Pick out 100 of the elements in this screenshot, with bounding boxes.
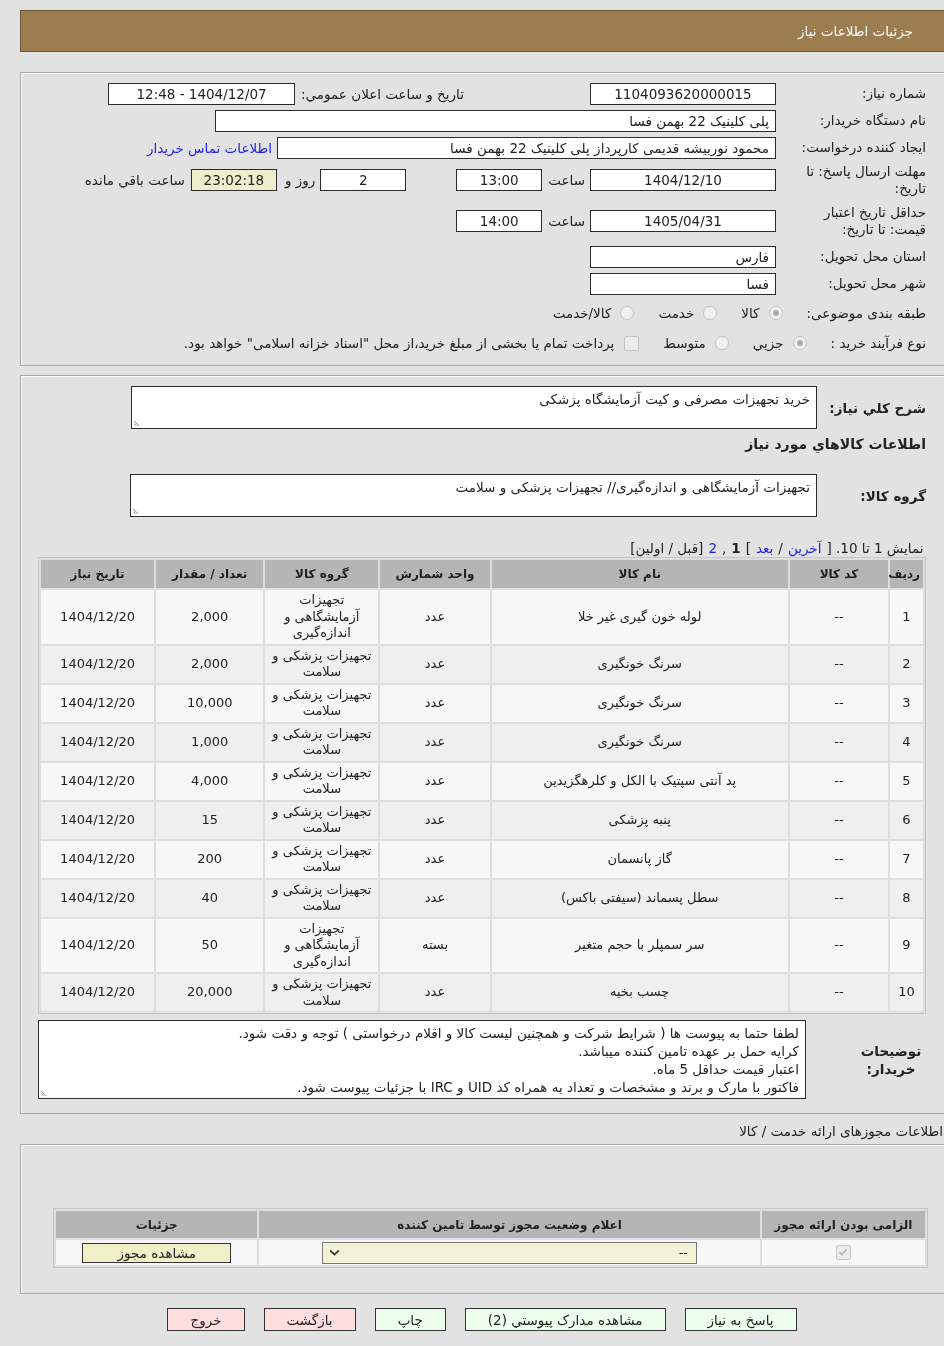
buyer-contact-link[interactable]: اطلاعات تماس خریدار <box>146 139 272 156</box>
field-label: شماره نیاز: <box>860 85 926 102</box>
table-header-cell: الزامی بودن ارائه مجوز <box>761 1211 925 1238</box>
table-cell: 4,000 <box>156 762 264 800</box>
field-label: توضیحات خریدار: <box>859 1041 923 1078</box>
field-label: مهلت ارسال پاسخ: تا تاریخ: <box>805 163 926 197</box>
table-cell: 1404/12/20 <box>41 684 155 722</box>
table-cell: -- <box>789 723 888 761</box>
table-cell: تجهیزات پزشکی و سلامت <box>265 684 379 722</box>
table-cell: عدد <box>380 801 490 839</box>
section-title: اطلاعات مجوزهای ارائه خدمت / کالا <box>738 1123 943 1140</box>
goods-group-textarea[interactable]: تجهیزات آزمایشگاهی و اندازه‌گیری// تجهیزات پزشکی و سلامت <box>130 474 817 517</box>
radio-label: کالا <box>741 305 760 321</box>
view-license-button[interactable]: مشاهده مجوز <box>82 1242 232 1263</box>
table-cell: 5 <box>889 762 923 800</box>
resize-grip-icon <box>134 419 141 426</box>
days-field[interactable]: 2 <box>320 169 407 191</box>
table-header-cell: واحد شمارش <box>380 560 490 588</box>
table-cell: سرنگ خونگیری <box>491 684 788 722</box>
city-field[interactable]: فسا <box>590 272 776 295</box>
table-cell: 200 <box>156 840 264 878</box>
table-cell: تجهیزات پزشکی و سلامت <box>265 723 379 761</box>
pagination-link[interactable]: 2 <box>708 540 717 556</box>
table-cell: 8 <box>889 879 923 917</box>
table-cell: تجهیزات پزشکی و سلامت <box>265 801 379 839</box>
time-label: ساعت <box>548 172 585 188</box>
pagination-text: [قبل / اولین] <box>630 540 704 556</box>
field-label: نام دستگاه خریدار: <box>818 112 926 129</box>
validity-date-field[interactable]: 1405/04/31 <box>590 210 776 232</box>
field-label: ایجاد کننده درخواست: <box>800 139 926 156</box>
radio-label: خدمت <box>658 305 695 321</box>
table-cell: چسب بخیه <box>491 974 788 1011</box>
table-cell: -- <box>789 879 888 917</box>
table-cell: پنبه پزشکی <box>491 801 788 839</box>
summary-textarea[interactable]: خرید تجهیزات مصرفی و کیت آزمایشگاه پزشکی <box>131 386 817 429</box>
table-cell: عدد <box>380 590 490 644</box>
table-header-cell: ردیف <box>889 560 923 588</box>
need-number-field[interactable]: 1104093620000015 <box>590 82 776 105</box>
table-cell: -- <box>789 684 888 722</box>
table-cell: 1,000 <box>156 723 264 761</box>
field-label: طبقه بندی موضوعی: <box>806 305 926 321</box>
table-cell: -- <box>789 762 888 800</box>
remaining-time-field[interactable]: 23:02:18 <box>190 169 277 191</box>
validity-time-field[interactable]: 14:00 <box>456 210 543 232</box>
table-header-cell: اعلام وضعیت مجوز توسط تامین کننده <box>259 1211 760 1238</box>
table-cell: تجهیزات پزشکی و سلامت <box>265 840 379 878</box>
table-cell: -- <box>789 645 888 683</box>
action-button[interactable]: چاپ <box>374 1308 446 1331</box>
table-cell: 1 <box>889 590 923 644</box>
table-cell: تجهیزات پزشکی و سلامت <box>265 645 379 683</box>
table-cell: 40 <box>156 879 264 917</box>
resize-grip-icon <box>133 507 140 514</box>
table-cell: 10 <box>889 974 923 1011</box>
pagination-text: ] <box>745 540 751 556</box>
buyer-name-field[interactable]: پلی کلینیک 22 بهمن فسا <box>215 109 776 132</box>
table-cell: 1404/12/20 <box>41 879 155 917</box>
field-label: نوع فرآیند خرید : <box>830 335 926 351</box>
section-heading: اطلاعات کالاهاي مورد نیاز <box>743 436 926 453</box>
table-header-cell: جزئیات <box>56 1211 258 1238</box>
action-button[interactable]: مشاهده مدارک پیوستي (2) <box>464 1308 666 1331</box>
table-cell: تجهیزات پزشکی و سلامت <box>265 879 379 917</box>
table-cell: عدد <box>380 723 490 761</box>
table-cell: 15 <box>156 801 264 839</box>
payment-note: پرداخت تمام یا بخشی از مبلغ خرید،از محل "اسناد خزانه اسلامی" خواهد بود. <box>183 335 615 351</box>
province-field[interactable]: فارس <box>590 245 776 268</box>
field-label: گروه کالا: <box>859 486 926 505</box>
resize-grip-icon <box>41 1089 48 1096</box>
table-cell: 1404/12/20 <box>41 801 155 839</box>
deadline-time-field[interactable]: 13:00 <box>456 169 543 191</box>
table-cell: بسته <box>380 918 490 972</box>
table-cell: تجهیزات پزشکی و سلامت <box>265 974 379 1011</box>
table-cell: -- <box>789 974 888 1011</box>
announce-date-field[interactable]: 1404/12/07 - 12:48 <box>108 82 296 105</box>
field-label: تاریخ و ساعت اعلان عمومي: <box>301 85 464 102</box>
table-cell: تجهیزات آزمایشگاهی و اندازه‌گیری <box>265 590 379 644</box>
action-button[interactable]: بازگشت <box>263 1308 356 1331</box>
table-cell: سرنگ خونگیری <box>491 645 788 683</box>
table-cell: 3 <box>889 684 923 722</box>
table-cell: عدد <box>380 879 490 917</box>
buyer-notes-textarea[interactable]: لطفا حتما به پیوست ها ( شرایط شرکت و همچنین لیست کالا و اقلام درخواستی ) توجه و دقت شود. کرایه حمل بر عهده تامین کننده میباشد. اعتبار قیمت حداقل 5 ماه. فاکتور با مارک و برند و مشخصات و تعداد به همراه کد UID و IRC با جزئیات پیوست شود. <box>38 1020 806 1099</box>
pagination-link[interactable]: آخرین <box>787 540 822 556</box>
action-button[interactable]: خروج <box>167 1308 245 1331</box>
table-cell: 1404/12/20 <box>41 590 155 644</box>
caret-icon <box>329 1249 341 1256</box>
days-label: روز و <box>284 172 316 188</box>
field-label: شرح کلي نیاز: <box>828 398 926 417</box>
table-cell: عدد <box>380 762 490 800</box>
field-label: شهر محل تحویل: <box>827 275 926 292</box>
license-status-select[interactable]: -- <box>322 1241 698 1264</box>
table-cell: 1404/12/20 <box>41 645 155 683</box>
action-button[interactable]: پاسخ به نیاز <box>684 1308 797 1331</box>
checkmark-icon <box>838 1247 849 1258</box>
requester-field[interactable]: محمود نوربیشه قدیمی کارپرداز پلی کلینیک 22 بهمن فسا <box>277 136 776 159</box>
table-cell: 50 <box>156 918 264 972</box>
pagination-link[interactable]: بعد <box>755 540 774 556</box>
table-cell: 2 <box>889 645 923 683</box>
table-header-cell: گروه کالا <box>265 560 379 588</box>
table-cell: -- <box>789 801 888 839</box>
table-header-cell: کد کالا <box>789 560 888 588</box>
deadline-date-field[interactable]: 1404/12/10 <box>590 169 776 191</box>
